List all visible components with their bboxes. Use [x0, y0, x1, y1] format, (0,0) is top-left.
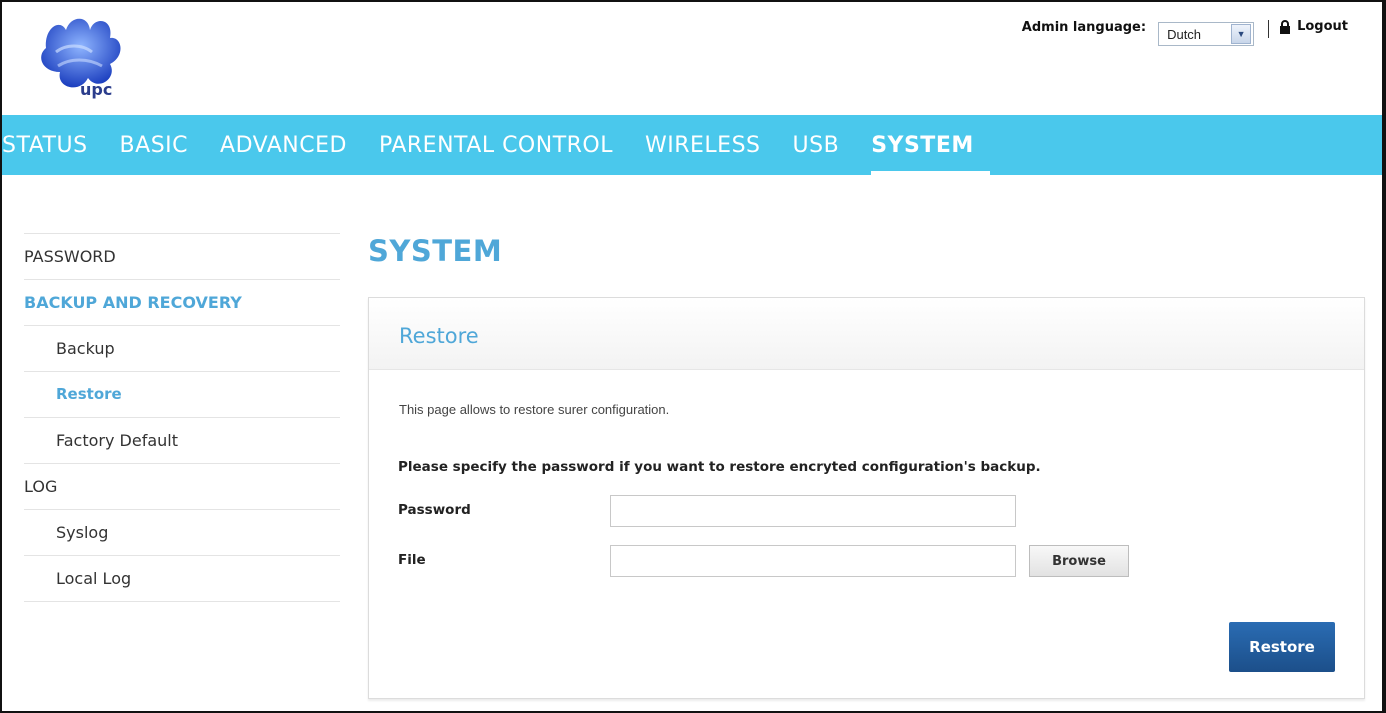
restore-panel: Restore This page allows to restore sure… [368, 297, 1365, 699]
chevron-down-icon[interactable]: ▼ [1231, 24, 1252, 44]
nav-item-advanced[interactable]: ADVANCED [204, 115, 363, 175]
language-select[interactable]: Dutch ▼ [1158, 22, 1255, 46]
sidebar-item-password[interactable]: PASSWORD [24, 233, 340, 279]
sidebar-item-syslog[interactable]: Syslog [24, 509, 340, 555]
admin-area: Admin language: Dutch ▼ Logout [1022, 16, 1348, 46]
panel-header [369, 298, 1364, 370]
panel-description: This page allows to restore surer config… [399, 402, 670, 417]
password-label: Password [398, 502, 471, 518]
password-note: Please specify the password if you want … [398, 459, 1041, 475]
sidebar-item-backup[interactable]: Backup [24, 325, 340, 371]
nav-item-usb[interactable]: USB [777, 115, 856, 175]
sidebar-item-backup-and-recovery[interactable]: BACKUP AND RECOVERY [24, 279, 340, 325]
panel-title: Restore [399, 324, 479, 348]
file-field[interactable] [610, 545, 1016, 577]
nav-item-status[interactable]: STATUS [2, 115, 104, 175]
logo-text: upc [80, 80, 113, 99]
admin-language-label: Admin language: [1021, 20, 1147, 35]
file-label: File [398, 552, 426, 568]
logout-label: Logout [1297, 19, 1348, 34]
lock-icon [1280, 19, 1291, 34]
restore-button[interactable]: Restore [1229, 622, 1335, 672]
nav-item-basic[interactable]: BASIC [104, 115, 204, 175]
nav-item-system[interactable]: SYSTEM [855, 115, 990, 175]
divider [1268, 20, 1270, 38]
nav-item-parental-control[interactable]: PARENTAL CONTROL [363, 115, 629, 175]
sidebar: PASSWORD BACKUP AND RECOVERY Backup Rest… [24, 233, 340, 602]
nav-item-wireless[interactable]: WIRELESS [629, 115, 777, 175]
page-title: SYSTEM [368, 234, 503, 268]
logout-link[interactable]: Logout [1279, 19, 1348, 34]
sidebar-item-local-log[interactable]: Local Log [24, 555, 340, 602]
sidebar-item-log[interactable]: LOG [24, 463, 340, 509]
sidebar-item-restore[interactable]: Restore [24, 371, 340, 417]
browse-button[interactable]: Browse [1029, 545, 1129, 577]
password-field[interactable] [610, 495, 1016, 527]
main-nav: STATUS BASIC ADVANCED PARENTAL CONTROL W… [2, 115, 1382, 175]
sidebar-item-factory-default[interactable]: Factory Default [24, 417, 340, 463]
language-select-value: Dutch [1167, 26, 1202, 42]
